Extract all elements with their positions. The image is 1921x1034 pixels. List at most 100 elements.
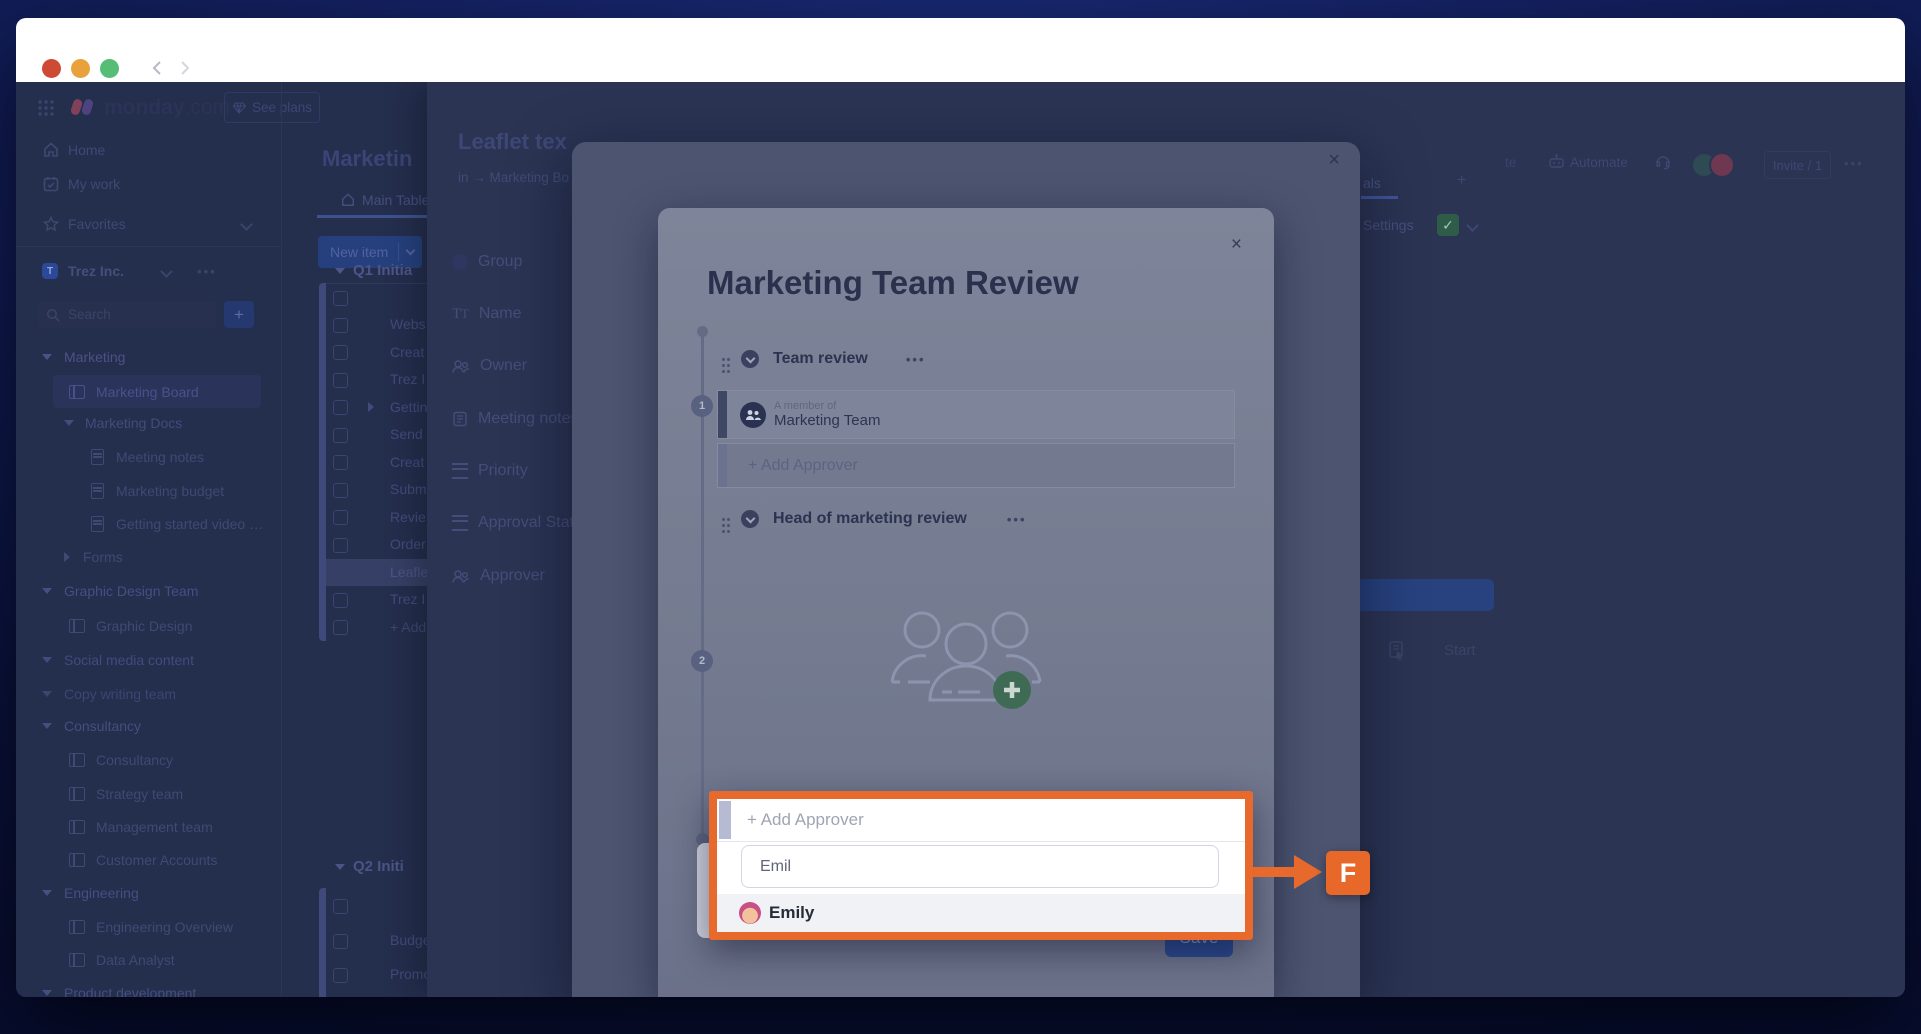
row-checkbox[interactable] [333, 373, 348, 388]
table-row[interactable]: Subm [390, 476, 427, 504]
row-checkbox[interactable] [333, 593, 348, 608]
table-row[interactable]: Creat [390, 449, 427, 477]
maximize-traffic-light[interactable] [100, 59, 119, 78]
forward-icon[interactable] [176, 60, 192, 76]
table-row[interactable]: Gettin [390, 394, 427, 422]
approver-search-input[interactable] [741, 845, 1219, 888]
table-row[interactable]: Order [390, 531, 427, 559]
sidebar-item-home[interactable]: Home [16, 135, 281, 165]
sidebar-item-product-development[interactable]: Product development [16, 978, 281, 997]
sidebar-item-graphic-design[interactable]: Graphic Design [16, 611, 281, 641]
sidebar-item-data-analyst[interactable]: Data Analyst [16, 945, 281, 975]
close-icon[interactable]: × [1328, 149, 1340, 172]
drag-handle-icon[interactable] [722, 518, 725, 521]
group-header-q1[interactable]: Q1 Initia [335, 262, 425, 279]
back-icon[interactable] [150, 60, 166, 76]
browser-chrome [16, 18, 1905, 82]
row-checkbox[interactable] [333, 968, 348, 983]
headset-icon[interactable] [1654, 153, 1672, 171]
group-header-q2[interactable]: Q2 Initi [335, 858, 425, 875]
row-checkbox[interactable] [333, 428, 348, 443]
table-row[interactable]: Revie [390, 504, 427, 532]
item-menu-icon[interactable]: ••• [1844, 156, 1864, 171]
chevron-down-icon[interactable] [1466, 219, 1479, 232]
row-checkbox[interactable] [333, 934, 348, 949]
row-accent [718, 391, 727, 438]
row-checkbox[interactable] [333, 291, 348, 306]
caret-right-icon [64, 552, 70, 562]
sidebar-item-favorites[interactable]: Favorites [16, 209, 281, 239]
add-tab-button[interactable]: + [1457, 172, 1466, 190]
page-background: monday.com See plans ? Home My work [0, 0, 1921, 1034]
add-approver-row-step2[interactable]: + Add Approver [717, 799, 1245, 842]
add-board-button[interactable]: + [224, 301, 254, 328]
table-row[interactable]: Creat [390, 339, 427, 367]
step-menu-icon[interactable]: ••• [906, 352, 926, 367]
doc-cursor-icon[interactable] [1388, 641, 1406, 661]
sidebar-item-marketing-budget[interactable]: Marketing budget [16, 476, 281, 506]
row-checkbox[interactable] [333, 620, 348, 635]
sidebar-item-marketing-board[interactable]: Marketing Board [16, 377, 281, 407]
row-checkbox[interactable] [333, 345, 348, 360]
collapse-step-icon[interactable] [741, 350, 759, 368]
sidebar-item-my-work[interactable]: My work [16, 169, 281, 199]
tab-approvals[interactable]: als [1363, 175, 1381, 191]
sidebar-search-input[interactable]: Search [38, 301, 216, 328]
sidebar-item-forms[interactable]: Forms [16, 542, 281, 572]
sidebar-item-strategy-team[interactable]: Strategy team [16, 779, 281, 809]
sidebar-item-marketing[interactable]: Marketing [16, 342, 281, 372]
row-checkbox[interactable] [333, 538, 348, 553]
sidebar-item-copy-writing-team[interactable]: Copy writing team [16, 679, 281, 709]
sidebar-item-engineering[interactable]: Engineering [16, 878, 281, 908]
add-approver-row-step1[interactable]: + Add Approver [717, 443, 1235, 488]
close-traffic-light[interactable] [42, 59, 61, 78]
automate-button[interactable]: Automate [1570, 155, 1628, 170]
row-checkbox[interactable] [333, 318, 348, 333]
table-row[interactable]: Send [390, 421, 427, 449]
expand-row-icon[interactable] [368, 402, 374, 412]
drag-handle-icon[interactable] [722, 358, 725, 361]
sidebar-item-social-media-content[interactable]: Social media content [16, 645, 281, 675]
table-row-selected[interactable]: Leafle [390, 559, 427, 587]
approver-member-row[interactable]: A member of Marketing Team [717, 390, 1235, 439]
add-item-row[interactable]: + Add [390, 614, 427, 642]
collapse-step-icon[interactable] [741, 510, 759, 528]
apps-grid-icon[interactable] [37, 99, 55, 117]
workspace-menu-icon[interactable]: ••• [197, 264, 217, 279]
table-row[interactable]: Promo [390, 957, 427, 991]
table-row[interactable]: Budge [390, 923, 427, 957]
approval-action-button[interactable] [1356, 579, 1494, 611]
settings-checkbox[interactable]: ✓ [1437, 214, 1459, 236]
minimize-traffic-light[interactable] [71, 59, 90, 78]
step-menu-icon[interactable]: ••• [1007, 512, 1027, 527]
tab-main-table[interactable]: Main Table [341, 192, 429, 208]
sidebar-item-management-team[interactable]: Management team [16, 812, 281, 842]
caret-down-icon [42, 588, 52, 594]
sidebar-item-consultancy-board[interactable]: Consultancy [16, 745, 281, 775]
row-checkbox[interactable] [333, 899, 348, 914]
approver-suggestion-emily[interactable]: Emily [717, 894, 1245, 932]
avatar[interactable] [1709, 152, 1735, 178]
sidebar-item-engineering-overview[interactable]: Engineering Overview [16, 912, 281, 942]
invite-button[interactable]: Invite / 1 [1764, 151, 1831, 179]
sidebar-item-marketing-docs[interactable]: Marketing Docs [16, 408, 281, 438]
row-checkbox[interactable] [333, 455, 348, 470]
browser-window: monday.com See plans ? Home My work [16, 18, 1905, 997]
sidebar-item-getting-started-video[interactable]: Getting started video … [16, 509, 281, 539]
sidebar-item-customer-accounts[interactable]: Customer Accounts [16, 845, 281, 875]
row-checkbox[interactable] [333, 510, 348, 525]
sidebar-item-consultancy-group[interactable]: Consultancy [16, 711, 281, 741]
sidebar-workspace-trez[interactable]: T Trez Inc. ••• [16, 256, 281, 286]
table-row[interactable]: Trez I [390, 586, 427, 614]
start-button[interactable]: Start [1444, 642, 1476, 659]
sidebar-item-graphic-design-team[interactable]: Graphic Design Team [16, 576, 281, 606]
close-icon[interactable]: × [1231, 234, 1242, 256]
sidebar-item-meeting-notes[interactable]: Meeting notes [16, 442, 281, 472]
table-row[interactable]: Webs [390, 311, 427, 339]
table-row[interactable]: Trez I [390, 366, 427, 394]
annotation-badge-f: F [1326, 851, 1370, 895]
row-checkbox[interactable] [333, 483, 348, 498]
row-checkbox[interactable] [333, 400, 348, 415]
see-plans-button[interactable]: See plans [224, 92, 320, 123]
integrate-button[interactable]: te [1505, 155, 1516, 170]
